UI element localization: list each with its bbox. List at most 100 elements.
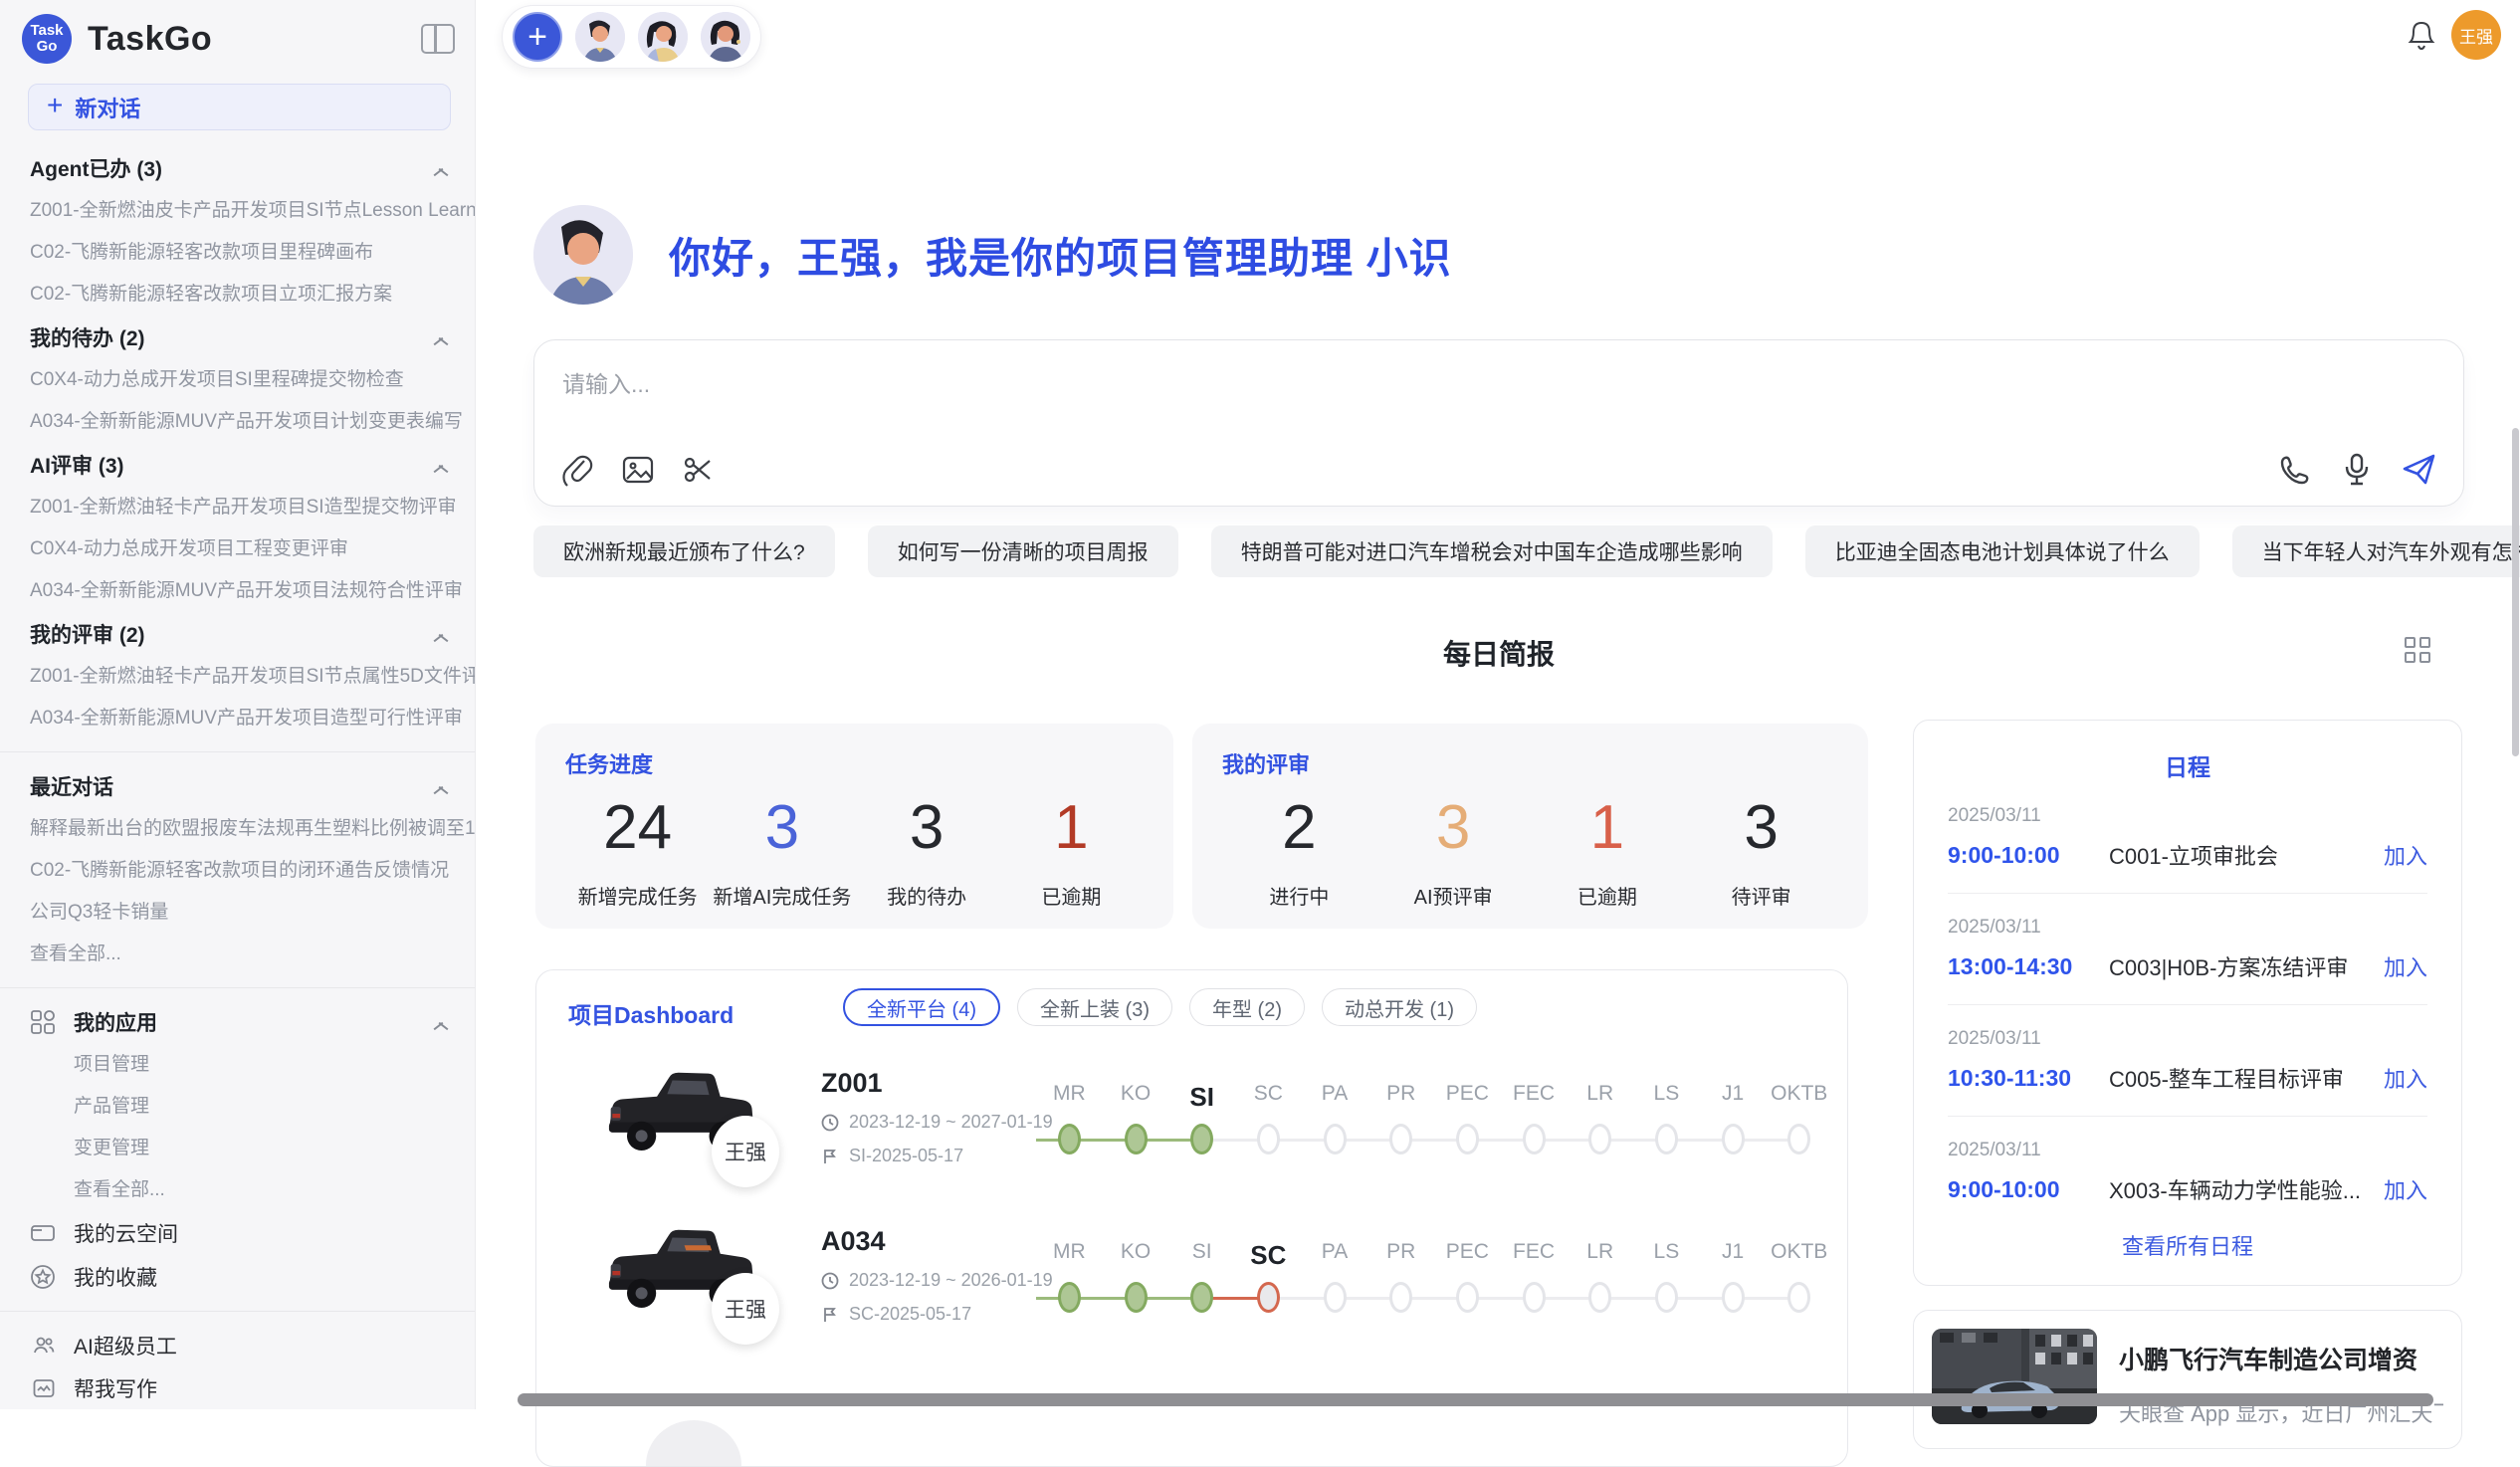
tool-ai-super-staff[interactable]: AI超级员工 <box>0 1324 475 1366</box>
suggestion-chip[interactable]: 特朗普可能对进口汽车增税会对中国车企造成哪些影响 <box>1211 525 1773 577</box>
agent-avatar-2[interactable] <box>638 12 688 62</box>
voice-call-icon[interactable] <box>2275 451 2312 488</box>
suggestion-chip[interactable]: 当下年轻人对汽车外观有怎样的喜好趋势 <box>2232 525 2520 577</box>
sidebar-item[interactable]: C0X4-动力总成开发项目SI里程碑提交物检查 <box>0 359 475 401</box>
event-date: 2025/03/11 <box>1948 917 2427 939</box>
chat-input[interactable] <box>562 364 2055 404</box>
task-progress-card: 任务进度 24 新增完成任务 3 新增AI完成任务 3 我的待办 1 已逾期 <box>535 724 1173 929</box>
milestone-dot <box>1523 1124 1546 1154</box>
logo-text-bottom: Go <box>37 39 58 55</box>
section-recent-chats[interactable]: 最近对话 <box>0 764 475 808</box>
recent-chat-item[interactable]: C02-飞腾新能源轻客改款项目的闭环通告反馈情况 <box>0 850 475 892</box>
stat-pending-review: 3 待评审 <box>1684 789 1838 910</box>
stat-in-progress: 2 进行中 <box>1222 789 1376 910</box>
brand-name: TaskGo <box>88 20 421 59</box>
app-item-product-mgmt[interactable]: 产品管理 <box>0 1086 475 1128</box>
microphone-icon[interactable] <box>2338 451 2375 488</box>
milestone-dot <box>1456 1124 1479 1154</box>
tab-new-platform[interactable]: 全新平台 (4) <box>843 988 1000 1026</box>
user-avatar[interactable]: 王强 <box>2451 10 2501 60</box>
section-agent-done[interactable]: Agent已办 (3) <box>0 146 475 190</box>
sidebar: Task Go TaskGo + 新对话 Agent已办 (3) Z001-全新… <box>0 0 476 1409</box>
layout-grid-icon[interactable] <box>2405 637 2430 663</box>
suggestion-chip[interactable]: 欧洲新规最近颁布了什么? <box>533 525 835 577</box>
scissors-icon[interactable] <box>680 451 717 488</box>
stat-overdue: 1 已逾期 <box>999 789 1144 910</box>
assistant-avatar <box>533 205 633 305</box>
section-my-review[interactable]: 我的评审 (2) <box>0 612 475 656</box>
apps-view-all[interactable]: 查看全部... <box>0 1169 475 1211</box>
sidebar-item[interactable]: C02-飞腾新能源轻客改款项目里程碑画布 <box>0 232 475 274</box>
my-cloud-space[interactable]: 我的云空间 <box>0 1211 475 1255</box>
app-item-change-mgmt[interactable]: 变更管理 <box>0 1128 475 1169</box>
flag-icon <box>821 1306 839 1324</box>
join-link[interactable]: 加入 <box>2384 1062 2427 1094</box>
clock-icon <box>821 1272 839 1290</box>
milestone-dot <box>1523 1282 1546 1313</box>
stat-my-todo: 3 我的待办 <box>855 789 999 910</box>
milestone-dot-overdue <box>1257 1282 1280 1313</box>
tab-new-body[interactable]: 全新上装 (3) <box>1017 988 1172 1026</box>
image-icon[interactable] <box>619 451 656 488</box>
daily-briefing-header: 每日简报 <box>533 633 2464 673</box>
sidebar-item[interactable]: A034-全新新能源MUV产品开发项目法规符合性评审 <box>0 570 475 612</box>
sidebar-item[interactable]: A034-全新新能源MUV产品开发项目计划变更表编写 <box>0 401 475 443</box>
vertical-scrollbar[interactable] <box>2512 428 2519 756</box>
sidebar-item[interactable]: C0X4-动力总成开发项目工程变更评审 <box>0 528 475 570</box>
project-flag-date: SI-2025-05-17 <box>821 1146 963 1166</box>
recent-view-all[interactable]: 查看全部... <box>0 934 475 975</box>
app-grid-icon <box>30 1009 56 1035</box>
schedule-event: 9:00-10:00 X003-车辆动力学性能验... 加入 <box>1948 1173 2427 1205</box>
event-date: 2025/03/11 <box>1948 805 2427 827</box>
news-card[interactable]: 小鹏飞行汽车制造公司增资 天眼查 App 显示，近日广州汇天飞行汽... <box>1913 1310 2462 1449</box>
section-ai-review[interactable]: AI评审 (3) <box>0 443 475 487</box>
sidebar-item[interactable]: A034-全新新能源MUV产品开发项目造型可行性评审 <box>0 698 475 739</box>
sidebar-item[interactable]: C02-飞腾新能源轻客改款项目立项汇报方案 <box>0 274 475 315</box>
sidebar-collapse-icon[interactable] <box>421 24 455 54</box>
section-my-todo[interactable]: 我的待办 (2) <box>0 315 475 359</box>
sidebar-item[interactable]: Z001-全新燃油轻卡产品开发项目SI造型提交物评审 <box>0 487 475 528</box>
event-date: 2025/03/11 <box>1948 1140 2427 1161</box>
my-review-card: 我的评审 2 进行中 3 AI预评审 1 已逾期 3 待评审 <box>1192 724 1868 929</box>
project-name[interactable]: A034 <box>821 1226 886 1257</box>
people-icon <box>32 1334 56 1358</box>
tab-powertrain[interactable]: 动总开发 (1) <box>1322 988 1477 1026</box>
attachment-icon[interactable] <box>558 451 595 488</box>
chevron-up-icon <box>433 1017 449 1027</box>
my-apps[interactable]: 我的应用 <box>0 1000 475 1044</box>
tool-help-me-write[interactable]: 帮我写作 <box>0 1366 475 1409</box>
sidebar-item[interactable]: Z001-全新燃油轻卡产品开发项目SI节点属性5D文件评审 <box>0 656 475 698</box>
app-item-project-mgmt[interactable]: 项目管理 <box>0 1044 475 1086</box>
new-chat-button[interactable]: + 新对话 <box>28 84 451 130</box>
sidebar-item[interactable]: Z001-全新燃油皮卡产品开发项目SI节点Lesson Learn报告 <box>0 190 475 232</box>
agent-avatar-1[interactable] <box>575 12 625 62</box>
news-image <box>1932 1329 2097 1424</box>
recent-chat-item[interactable]: 公司Q3轻卡销量 <box>0 892 475 934</box>
my-favorites[interactable]: 我的收藏 <box>0 1255 475 1299</box>
stat-ai-prereview: 3 AI预评审 <box>1376 789 1531 910</box>
tab-year-model[interactable]: 年型 (2) <box>1189 988 1305 1026</box>
join-link[interactable]: 加入 <box>2384 839 2427 871</box>
milestone-dot <box>1389 1124 1412 1154</box>
schedule-panel: 日程 2025/03/11 9:00-10:00 C001-立项审批会 加入 2… <box>1913 720 2462 1286</box>
suggestion-chip[interactable]: 比亚迪全固态电池计划具体说了什么 <box>1805 525 2200 577</box>
view-all-schedule-link[interactable]: 查看所有日程 <box>1948 1229 2427 1261</box>
horizontal-scrollbar[interactable] <box>518 1393 2433 1406</box>
stat-new-done: 24 新增完成任务 <box>565 789 710 910</box>
flag-icon <box>821 1148 839 1165</box>
star-icon <box>30 1264 56 1290</box>
logo-text-top: Task <box>30 23 63 39</box>
send-icon[interactable] <box>2401 451 2437 488</box>
join-link[interactable]: 加入 <box>2384 1173 2427 1205</box>
recent-chat-item[interactable]: 解释最新出台的欧盟报废车法规再生塑料比例被调至15%... <box>0 808 475 850</box>
project-name[interactable]: Z001 <box>821 1068 883 1099</box>
join-link[interactable]: 加入 <box>2384 950 2427 982</box>
project-owner-badge: 王强 <box>712 1273 779 1345</box>
suggestion-chip[interactable]: 如何写一份清晰的项目周报 <box>868 525 1178 577</box>
next-project-peek <box>646 1420 741 1467</box>
agent-avatar-3[interactable] <box>701 12 750 62</box>
project-flag-date: SC-2025-05-17 <box>821 1304 971 1325</box>
notification-bell-icon[interactable] <box>2407 20 2436 52</box>
milestone-dot-done <box>1058 1282 1081 1313</box>
add-agent-button[interactable]: + <box>513 12 562 62</box>
